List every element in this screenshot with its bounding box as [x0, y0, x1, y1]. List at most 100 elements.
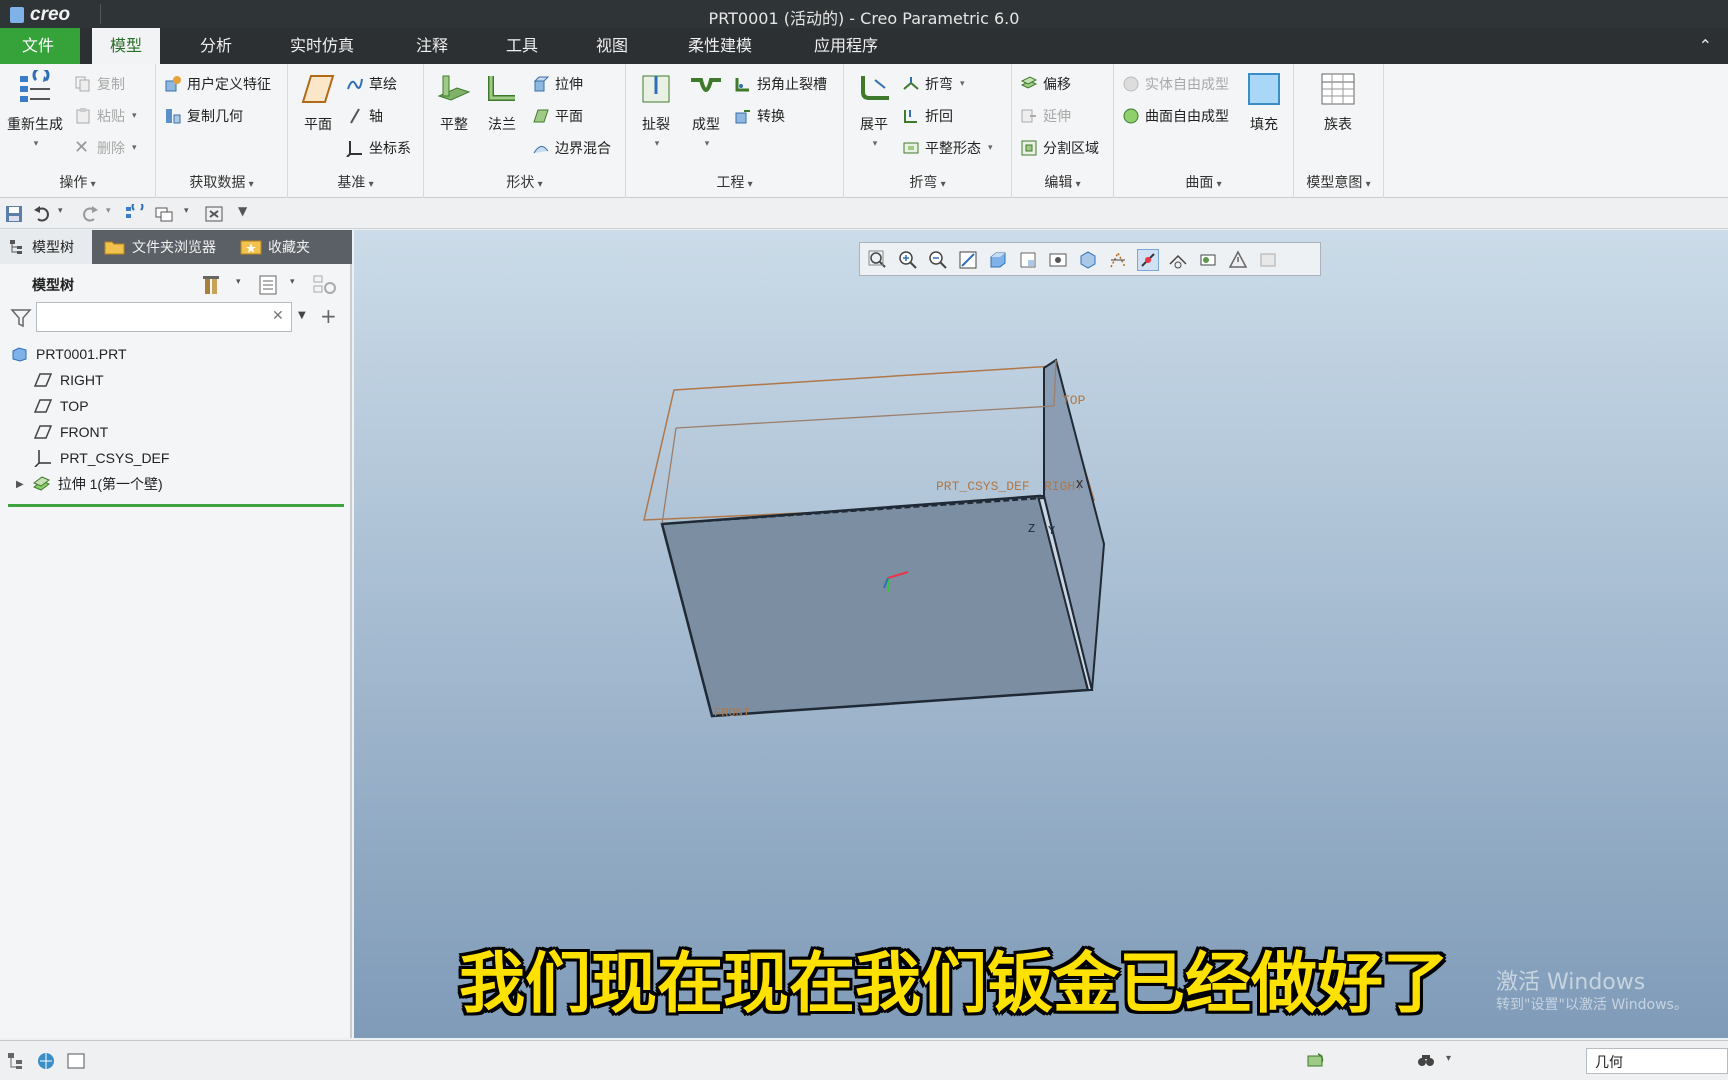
tab-tools[interactable]: 工具 — [488, 28, 556, 64]
offset-button[interactable]: 偏移 — [1020, 72, 1071, 96]
tree-search-input[interactable] — [36, 302, 292, 332]
find-icon[interactable] — [1416, 1051, 1436, 1071]
group-model-intent-label[interactable]: 模型意图 — [1294, 172, 1383, 192]
tree-item-extrude[interactable]: ▶ 拉伸 1(第一个壁) — [16, 472, 163, 496]
redo-dropdown-icon[interactable]: ▾ — [106, 206, 111, 216]
tab-view[interactable]: 视图 — [578, 28, 646, 64]
tree-filter-settings-icon[interactable] — [312, 274, 338, 296]
tab-folder-browser[interactable]: 文件夹浏览器 — [96, 230, 224, 264]
regenerate-small-icon[interactable] — [124, 204, 144, 224]
regenerate-button[interactable]: 重新生成 ▾ — [6, 70, 64, 150]
undo-icon[interactable] — [32, 204, 52, 224]
tree-settings-icon[interactable] — [202, 274, 224, 296]
find-dropdown-icon[interactable]: ▾ — [1446, 1053, 1451, 1064]
fill-button[interactable]: 填充 — [1238, 70, 1290, 134]
datum-plane-button[interactable]: 平面 — [292, 70, 344, 134]
tab-analysis[interactable]: 分析 — [182, 28, 250, 64]
customize-toolbar-icon[interactable]: ▼ — [238, 204, 247, 218]
tab-annotate[interactable]: 注释 — [398, 28, 466, 64]
rip-icon — [642, 75, 670, 103]
paste-label: 粘贴 — [97, 109, 125, 125]
unbend-button[interactable]: 展平 ▾ — [848, 70, 900, 150]
split-area-button[interactable]: 分割区域 — [1020, 136, 1099, 160]
form-button[interactable]: 成型 ▾ — [680, 70, 732, 150]
fill-label: 填充 — [1250, 117, 1278, 133]
tree-settings-dropdown-icon[interactable]: ▾ — [236, 277, 241, 287]
flange-wall-button[interactable]: 法兰 — [476, 70, 528, 134]
tab-favorites[interactable]: 收藏夹 — [232, 230, 318, 264]
tab-simulate[interactable]: 实时仿真 — [272, 28, 372, 64]
convert-button[interactable]: 转换 — [734, 104, 785, 128]
flat-pattern-button[interactable]: 平整形态 ▾ — [902, 136, 993, 160]
clear-search-icon[interactable]: ✕ — [272, 308, 284, 324]
surface-freestyle-button[interactable]: 曲面自由成型 — [1122, 104, 1229, 128]
bend-button[interactable]: 折弯 ▾ — [902, 72, 965, 96]
windows-icon[interactable] — [154, 204, 174, 224]
save-icon[interactable] — [4, 204, 24, 224]
group-shapes-label[interactable]: 形状 — [424, 172, 625, 192]
family-table-button[interactable]: 族表 — [1312, 70, 1364, 134]
sheetmetal-model[interactable]: TOP PRT_CSYS_DEF RIGHT X Y Z FRONT — [354, 230, 1728, 1038]
tab-flexible-modeling[interactable]: 柔性建模 — [670, 28, 770, 64]
filter-icon[interactable] — [10, 308, 32, 328]
show-navigator-icon[interactable] — [6, 1051, 26, 1071]
model-tree-title: 模型树 — [32, 278, 74, 294]
copy-button[interactable]: 复制 — [74, 72, 125, 96]
windows-dropdown-icon[interactable]: ▾ — [184, 206, 189, 216]
flat-wall-button[interactable]: 平整 — [428, 70, 480, 134]
axis-button[interactable]: 轴 — [346, 104, 383, 128]
close-window-icon[interactable] — [204, 204, 224, 224]
group-engineering-label[interactable]: 工程 — [626, 172, 843, 192]
group-operations-label[interactable]: 操作 — [0, 172, 155, 192]
extend-button[interactable]: 延伸 — [1020, 104, 1071, 128]
copy-geometry-icon — [166, 109, 181, 124]
tree-item-top[interactable]: TOP — [34, 394, 89, 418]
undo-dropdown-icon[interactable]: ▾ — [58, 206, 63, 216]
show-browser-icon[interactable] — [36, 1051, 56, 1071]
creo-window: creo PRT0001 (活动的) - Creo Parametric 6.0… — [0, 0, 1728, 1080]
tree-item-csys[interactable]: PRT_CSYS_DEF — [34, 446, 169, 470]
tab-model-tree[interactable]: 模型树 — [0, 230, 92, 264]
tab-applications[interactable]: 应用程序 — [796, 28, 896, 64]
group-datum-label[interactable]: 基准 — [288, 172, 423, 192]
collapse-ribbon-icon[interactable]: ⌃ — [1699, 36, 1712, 55]
group-bends-label[interactable]: 折弯 — [844, 172, 1011, 192]
surface-freestyle-icon — [1123, 108, 1139, 124]
tree-show-icon[interactable] — [258, 274, 278, 296]
group-get-data: 用户定义特征 复制几何 获取数据 — [156, 64, 288, 198]
rip-button[interactable]: 扯裂 ▾ — [630, 70, 682, 150]
bend-back-button[interactable]: 折回 — [902, 104, 953, 128]
add-filter-icon[interactable]: + — [320, 304, 337, 328]
tree-item-root[interactable]: PRT0001.PRT — [10, 342, 127, 366]
regeneration-status-icon[interactable] — [1306, 1051, 1326, 1071]
extrude-button[interactable]: 拉伸 — [532, 72, 583, 96]
graphics-window[interactable]: TOP PRT_CSYS_DEF RIGHT X Y Z FRONT 我们现在现… — [354, 230, 1728, 1038]
tab-model[interactable]: 模型 — [92, 28, 161, 64]
full-screen-icon[interactable] — [66, 1051, 86, 1071]
selection-filter-select[interactable]: 几何 — [1586, 1048, 1728, 1074]
flat-plane-button[interactable]: 平面 — [532, 104, 583, 128]
delete-button[interactable]: ✕ 删除 ▾ — [74, 136, 137, 160]
expand-arrow-icon[interactable]: ▶ — [16, 479, 24, 490]
tree-item-front[interactable]: FRONT — [34, 420, 108, 444]
paste-button[interactable]: 粘贴 ▾ — [74, 104, 137, 128]
group-editing-label[interactable]: 编辑 — [1012, 172, 1113, 192]
sketch-button[interactable]: 草绘 — [346, 72, 397, 96]
solid-freestyle-button[interactable]: 实体自由成型 — [1122, 72, 1229, 96]
coordinate-system-button[interactable]: 坐标系 — [346, 136, 411, 160]
family-table-icon — [1321, 73, 1355, 105]
redo-icon[interactable] — [80, 204, 100, 224]
insert-here-marker[interactable] — [8, 504, 344, 507]
boundary-blend-button[interactable]: 边界混合 — [532, 136, 611, 160]
copy-geometry-button[interactable]: 复制几何 — [164, 104, 243, 128]
base-wall[interactable] — [660, 494, 1090, 718]
search-dropdown-icon[interactable]: ▼ — [298, 310, 306, 321]
group-get-data-label[interactable]: 获取数据 — [156, 172, 287, 192]
tab-file[interactable]: 文件 — [0, 28, 80, 64]
udf-button[interactable]: 用户定义特征 — [164, 72, 271, 96]
unbend-label: 展平 — [860, 117, 888, 133]
group-surfaces-label[interactable]: 曲面 — [1114, 172, 1293, 192]
tree-show-dropdown-icon[interactable]: ▾ — [290, 277, 295, 287]
corner-relief-button[interactable]: 拐角止裂槽 — [734, 72, 827, 96]
tree-item-right[interactable]: RIGHT — [34, 368, 104, 392]
